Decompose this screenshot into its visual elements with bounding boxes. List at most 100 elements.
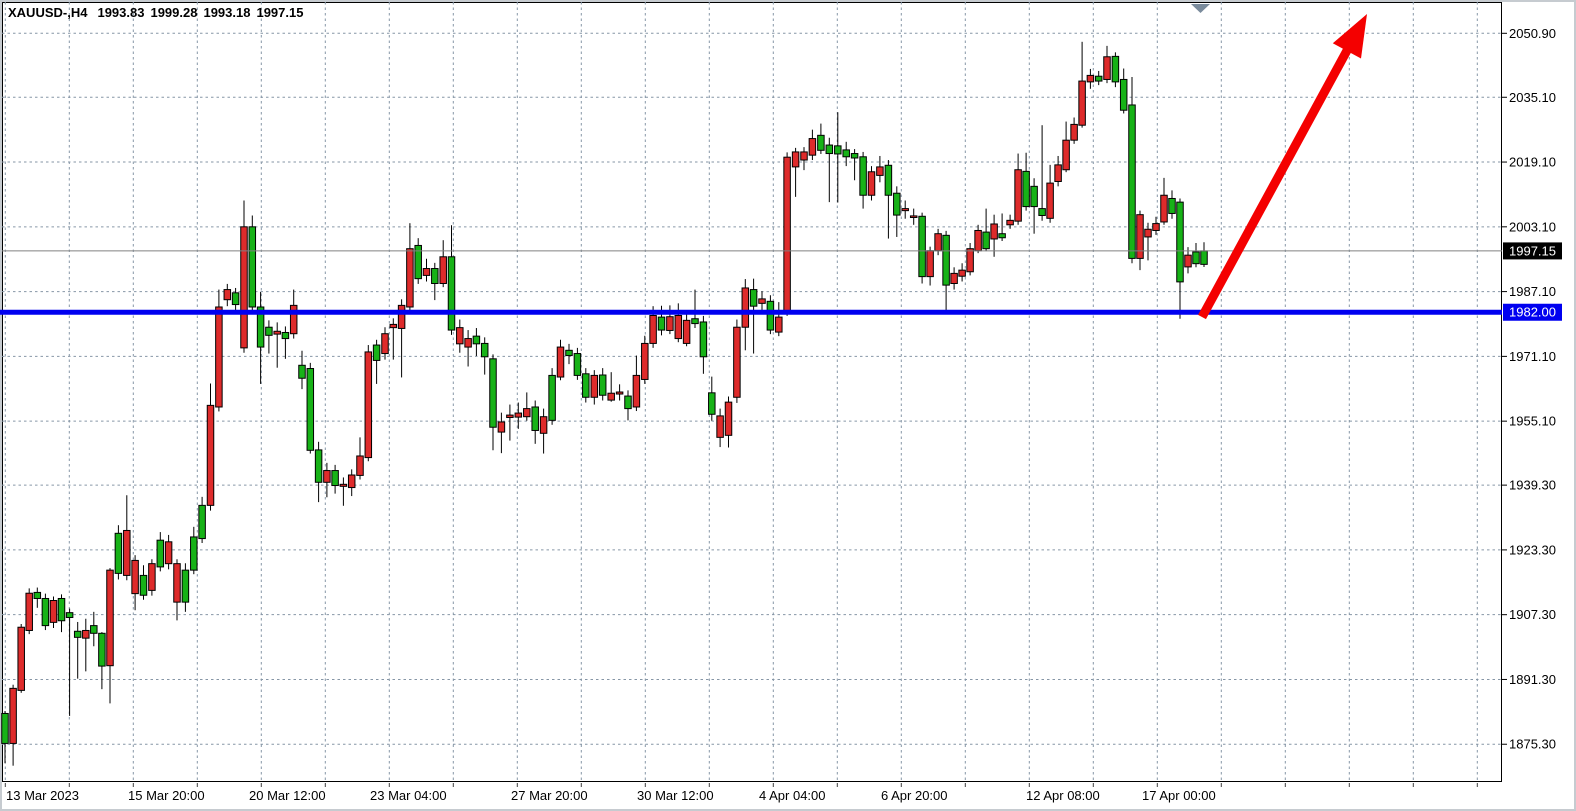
candlestick-chart[interactable]: 2050.902035.102019.102003.101987.101971.… (0, 0, 1576, 811)
candle-body (157, 540, 164, 567)
candle-body (348, 475, 355, 488)
candle-body (1129, 105, 1136, 258)
time-axis-label: 6 Apr 20:00 (881, 788, 948, 803)
candle-body (1031, 186, 1038, 206)
candle-body (465, 339, 472, 348)
candle-body (1087, 75, 1094, 81)
candle-body (524, 409, 531, 417)
candle (1112, 52, 1119, 87)
candle-body (532, 407, 539, 430)
candle-body (10, 688, 17, 743)
candle-body (851, 154, 858, 158)
candle-body (107, 570, 114, 666)
candle (642, 336, 649, 384)
candle-body (1047, 183, 1054, 218)
candle-body (885, 165, 892, 195)
candle-body (658, 317, 665, 330)
time-axis-label: 30 Mar 12:00 (637, 788, 714, 803)
candle-body (1039, 209, 1046, 216)
candle-body (307, 369, 314, 451)
candle-body (507, 415, 514, 417)
high-value: 1999.28 (150, 5, 197, 20)
candle-body (2, 713, 9, 743)
candle-body (700, 322, 707, 357)
candle-body (149, 564, 156, 591)
chart-ohlc-header: XAUUSD-,H41993.831999.281993.181997.15 (8, 5, 309, 20)
candle-body (432, 269, 439, 284)
candle-body (274, 331, 281, 334)
candle-body (324, 471, 331, 483)
candle-body (191, 537, 198, 570)
candle-body (1193, 252, 1200, 264)
candle (249, 215, 256, 312)
candle-body (591, 375, 598, 397)
candle-body (174, 564, 181, 602)
candle-body (99, 633, 106, 666)
candle-body (549, 375, 556, 420)
candle-body (877, 167, 884, 176)
time-axis-label: 27 Mar 20:00 (511, 788, 588, 803)
candle-body (633, 375, 640, 407)
time-axis-label: 12 Apr 08:00 (1026, 788, 1100, 803)
candle-body (26, 593, 33, 630)
candle-body (767, 301, 774, 330)
candle-body (599, 375, 606, 395)
candle-body (1055, 165, 1062, 182)
candle (307, 363, 314, 454)
candle-body (232, 293, 239, 305)
candle-body (18, 627, 25, 690)
candle-body (132, 560, 139, 593)
candle-body (759, 299, 766, 303)
candle-body (340, 484, 347, 486)
candle-body (809, 139, 816, 156)
candle-body (199, 505, 206, 538)
candle-body (1153, 224, 1160, 231)
candle-body (935, 234, 942, 251)
candle-body (515, 413, 522, 417)
candle-body (1145, 229, 1152, 237)
candle-body (566, 350, 573, 355)
candle-body (1063, 140, 1070, 170)
candle-body (1104, 57, 1111, 80)
candle-body (315, 450, 322, 482)
candle-body (983, 232, 990, 249)
candle-body (540, 417, 547, 434)
candle-body (299, 365, 306, 378)
candle-body (642, 343, 649, 379)
price-axis-label: 1971.10 (1509, 349, 1556, 364)
candle-body (241, 227, 248, 348)
time-axis-label: 15 Mar 20:00 (128, 788, 205, 803)
price-axis-label: 1939.30 (1509, 478, 1556, 493)
time-axis-label: 23 Mar 04:00 (370, 788, 447, 803)
candle-body (481, 343, 488, 356)
price-axis-label: 1907.30 (1509, 607, 1556, 622)
candle-body (967, 249, 974, 272)
candle-body (50, 601, 57, 623)
candle-body (1185, 255, 1192, 267)
candle-body (74, 631, 81, 637)
price-axis-label: 2003.10 (1509, 219, 1556, 234)
candle-body (382, 334, 389, 354)
time-axis-label: 4 Apr 04:00 (759, 788, 826, 803)
chart-frame (3, 3, 1502, 782)
candle-body (1201, 251, 1208, 264)
candle-body (683, 320, 690, 343)
candle-body (991, 224, 998, 239)
price-axis-label: 2019.10 (1509, 155, 1556, 170)
candle-body (959, 270, 966, 276)
candle-body (490, 359, 497, 427)
candle-body (776, 317, 783, 332)
price-axis-label: 1987.10 (1509, 284, 1556, 299)
candle-body (692, 319, 699, 324)
candle-body (498, 422, 505, 432)
candle-body (1079, 81, 1086, 125)
candle-body (91, 626, 98, 634)
open-value: 1993.83 (97, 5, 144, 20)
candle-body (224, 290, 231, 300)
candle (18, 624, 25, 693)
price-axis-label: 1875.30 (1509, 737, 1556, 752)
candle (1129, 77, 1136, 263)
candle-body (616, 392, 623, 394)
candle-body (667, 317, 674, 331)
candle-body (927, 251, 934, 277)
